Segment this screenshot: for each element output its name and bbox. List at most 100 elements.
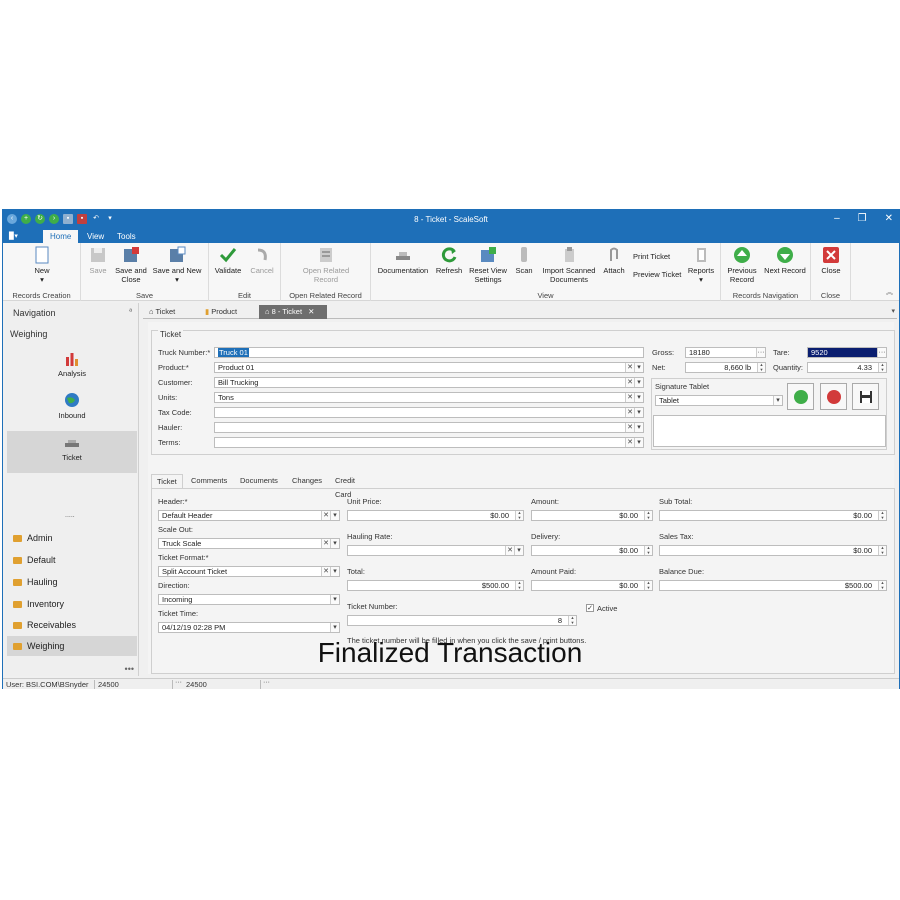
tab-tools[interactable]: Tools	[110, 230, 143, 243]
pin-icon[interactable]: ª	[129, 309, 132, 316]
tax-code-field[interactable]: ✕ ▾	[214, 407, 644, 418]
dropdown-icon[interactable]: ▾	[330, 567, 339, 576]
spin-icon[interactable]: ▲ ▼	[568, 616, 576, 625]
close-record-button[interactable]: Close	[819, 246, 843, 275]
spin-icon[interactable]: ▲ ▼	[644, 546, 652, 555]
status-ellipsis-1[interactable]: ···	[175, 679, 182, 686]
dropdown-icon[interactable]: ▾	[773, 396, 782, 405]
spin-icon[interactable]: ▲ ▼	[644, 511, 652, 520]
clear-icon[interactable]: ✕	[625, 408, 634, 417]
tab-list-arrow-icon[interactable]: ▾	[891, 307, 895, 315]
spin-icon[interactable]: ▲ ▼	[878, 546, 886, 555]
doc-tab-ticket[interactable]: ⌂ Ticket	[143, 305, 181, 319]
dropdown-icon[interactable]: ▾	[634, 423, 643, 432]
minimize-button[interactable]: –	[834, 213, 840, 224]
app-menu-button[interactable]: ▉▾	[9, 231, 29, 242]
dropdown-icon[interactable]: ▾	[330, 539, 339, 548]
truck-number-field[interactable]: Truck 01	[214, 347, 644, 358]
dropdown-icon[interactable]: ▾	[634, 393, 643, 402]
nav-splitter[interactable]: .....	[65, 512, 75, 519]
dropdown-icon[interactable]: ▾	[634, 438, 643, 447]
subtab-credit-card[interactable]: Credit Card	[330, 474, 360, 499]
nav-item-ticket[interactable]: Ticket	[7, 431, 137, 473]
spin-icon[interactable]: ▲ ▼	[757, 363, 765, 372]
amount-paid-field[interactable]: $0.00 ▲ ▼	[531, 580, 653, 591]
dropdown-icon[interactable]: ▾	[330, 623, 339, 632]
clear-icon[interactable]: ✕	[505, 546, 514, 555]
ticket-time-field[interactable]: 04/12/19 02:28 PM ▾	[158, 622, 340, 633]
new-button[interactable]: New ▾	[29, 246, 55, 284]
import-scanned-documents-button[interactable]: Import Scanned Documents	[539, 246, 599, 284]
spin-icon[interactable]: ▲ ▼	[878, 363, 886, 372]
validate-button[interactable]: Validate	[213, 246, 243, 275]
signature-refresh-button[interactable]	[787, 383, 814, 410]
preview-ticket-button[interactable]: Preview Ticket	[633, 270, 681, 279]
signature-save-button[interactable]	[852, 383, 879, 410]
doc-tab-8-ticket[interactable]: ⌂ 8 - Ticket ✕	[259, 305, 327, 319]
clear-icon[interactable]: ✕	[625, 378, 634, 387]
customer-field[interactable]: Bill Trucking ✕ ▾	[214, 377, 644, 388]
restore-button[interactable]: ❐	[858, 213, 867, 224]
clear-icon[interactable]: ✕	[625, 438, 634, 447]
reset-view-settings-button[interactable]: Reset View Settings	[467, 246, 509, 284]
terms-field[interactable]: ✕ ▾	[214, 437, 644, 448]
spin-icon[interactable]: ▲ ▼	[515, 581, 523, 590]
ellipsis-icon[interactable]: ···	[756, 348, 765, 357]
amount-field[interactable]: $0.00 ▲ ▼	[531, 510, 653, 521]
tare-field[interactable]: 9520 ···	[807, 347, 887, 358]
dropdown-icon[interactable]: ▾	[634, 363, 643, 372]
units-field[interactable]: Tons ✕ ▾	[214, 392, 644, 403]
hauling-rate-field[interactable]: ✕ ▾	[347, 545, 524, 556]
spin-icon[interactable]: ▲ ▼	[644, 581, 652, 590]
sub-total-field[interactable]: $0.00 ▲ ▼	[659, 510, 887, 521]
quantity-field[interactable]: 4.33 ▲ ▼	[807, 362, 887, 373]
hauler-field[interactable]: ✕ ▾	[214, 422, 644, 433]
status-ellipsis-2[interactable]: ···	[263, 679, 270, 686]
nav-group-admin[interactable]: Admin	[7, 528, 137, 548]
documentation-button[interactable]: Documentation	[375, 246, 431, 275]
scale-out-field[interactable]: Truck Scale ✕ ▾	[158, 538, 340, 549]
signature-clear-button[interactable]	[820, 383, 847, 410]
nav-item-analysis[interactable]: Analysis	[7, 347, 137, 389]
unit-price-field[interactable]: $0.00 ▲ ▼	[347, 510, 524, 521]
spin-icon[interactable]: ▲ ▼	[515, 511, 523, 520]
dropdown-icon[interactable]: ▾	[330, 595, 339, 604]
signature-pad[interactable]	[653, 415, 886, 447]
attach-button[interactable]: Attach	[601, 246, 627, 275]
ticket-format-field[interactable]: Split Account Ticket ✕ ▾	[158, 566, 340, 577]
subtab-documents[interactable]: Documents	[235, 474, 283, 488]
clear-icon[interactable]: ✕	[321, 539, 330, 548]
nav-item-inbound[interactable]: Inbound	[7, 389, 137, 431]
nav-group-receivables[interactable]: Receivables	[7, 615, 137, 635]
ellipsis-icon[interactable]: ···	[877, 348, 886, 357]
signature-device-select[interactable]: Tablet ▾	[655, 395, 783, 406]
save-and-close-button[interactable]: Save and Close	[114, 246, 148, 284]
nav-group-inventory[interactable]: Inventory	[7, 594, 137, 614]
ticket-number-field[interactable]: 8 ▲ ▼	[347, 615, 577, 626]
balance-due-field[interactable]: $500.00 ▲ ▼	[659, 580, 887, 591]
previous-record-button[interactable]: Previous Record	[725, 246, 759, 284]
clear-icon[interactable]: ✕	[625, 363, 634, 372]
dropdown-icon[interactable]: ▾	[330, 511, 339, 520]
delivery-field[interactable]: $0.00 ▲ ▼	[531, 545, 653, 556]
close-window-button[interactable]: ✕	[885, 213, 893, 224]
spin-icon[interactable]: ▲ ▼	[878, 511, 886, 520]
clear-icon[interactable]: ✕	[321, 511, 330, 520]
dropdown-icon[interactable]: ▾	[634, 378, 643, 387]
clear-icon[interactable]: ✕	[625, 423, 634, 432]
gross-field[interactable]: 18180 ···	[685, 347, 766, 358]
save-button[interactable]: Save	[87, 246, 109, 275]
clear-icon[interactable]: ✕	[625, 393, 634, 402]
net-field[interactable]: 8,660 lb ▲ ▼	[685, 362, 766, 373]
subtab-changes[interactable]: Changes	[287, 474, 327, 488]
save-and-new-button[interactable]: Save and New ▾	[151, 246, 203, 284]
spin-icon[interactable]: ▲ ▼	[878, 581, 886, 590]
open-related-record-button[interactable]: Open Related Record	[299, 246, 353, 284]
collapse-ribbon-icon[interactable]: ︽	[886, 287, 893, 297]
scan-button[interactable]: Scan	[513, 246, 535, 275]
active-checkbox[interactable]: ✓	[586, 604, 594, 612]
next-record-button[interactable]: Next Record	[762, 246, 808, 275]
dropdown-icon[interactable]: ▾	[634, 408, 643, 417]
print-ticket-button[interactable]: Print Ticket	[633, 252, 670, 261]
nav-group-hauling[interactable]: Hauling	[7, 572, 137, 592]
